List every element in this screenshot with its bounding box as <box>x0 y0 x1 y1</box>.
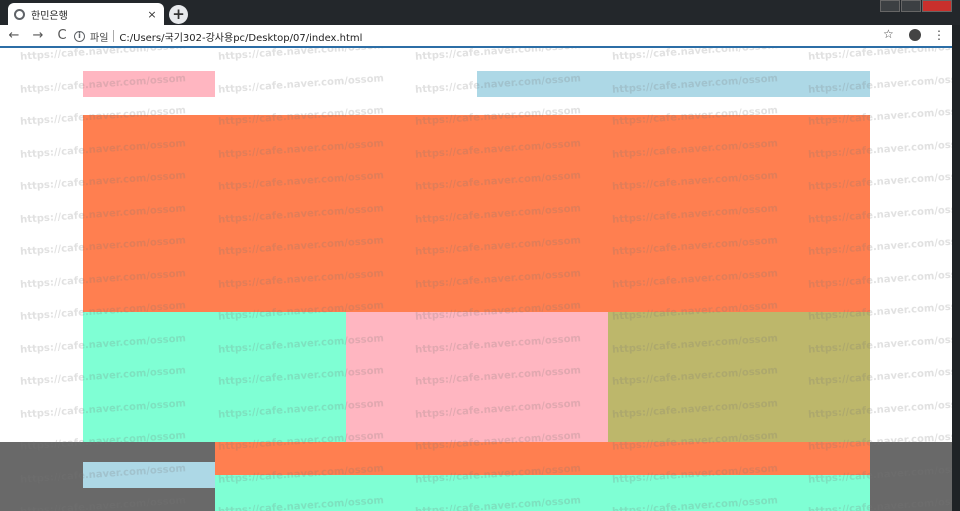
tab-title: 한민은행 <box>31 10 68 22</box>
watermark-text: https://cafe.naver.com/ossom <box>217 72 385 96</box>
box-aquamarine-col1 <box>83 312 346 442</box>
browser-window: 한민은행 × + ← → C i 파일 C:/Users/국기302-강사용pc… <box>0 0 960 511</box>
address-bar[interactable]: i 파일 C:/Users/국기302-강사용pc/Desktop/07/ind… <box>74 27 904 45</box>
box-pink-top-left <box>83 71 215 97</box>
forward-button[interactable]: → <box>28 26 48 46</box>
new-tab-button[interactable]: + <box>169 5 188 24</box>
close-tab-icon[interactable]: × <box>146 8 158 21</box>
watermark-text: https://cafe.naver.com/ossom <box>611 48 779 63</box>
account-icon[interactable] <box>909 29 921 41</box>
close-window-button[interactable] <box>922 0 952 12</box>
globe-icon <box>14 8 25 20</box>
minimize-button[interactable] <box>880 0 900 12</box>
window-controls <box>880 0 952 12</box>
reload-button[interactable]: C <box>52 26 72 46</box>
tab-strip: 한민은행 × + <box>0 0 960 25</box>
watermark-text: https://cafe.naver.com/ossom <box>19 48 187 63</box>
box-lightblue-bottom-left <box>83 462 215 488</box>
box-coral-bottom <box>215 442 870 475</box>
page-viewport: https://cafe.naver.com/ossom https://cafe… <box>0 48 952 511</box>
watermark-text: https://cafe.naver.com/ossom <box>414 48 582 63</box>
box-khaki-col3 <box>608 312 870 442</box>
window-edge <box>952 25 960 511</box>
watermark-text: https://cafe.naver.com/ossom <box>217 48 385 63</box>
info-icon[interactable]: i <box>74 30 85 42</box>
url-text[interactable]: C:/Users/국기302-강사용pc/Desktop/07/index.ht… <box>119 29 362 44</box>
box-aquamarine-bottom <box>215 475 870 511</box>
scheme-label: 파일 <box>90 32 109 44</box>
back-button[interactable]: ← <box>4 26 24 46</box>
box-pink-col2 <box>346 312 608 442</box>
bookmark-star-icon[interactable]: ☆ <box>883 27 894 41</box>
omnibox-divider <box>113 30 115 42</box>
box-lightblue-top-right <box>477 71 870 97</box>
menu-icon[interactable]: ⋮ <box>933 27 945 43</box>
browser-toolbar: ← → C i 파일 C:/Users/국기302-강사용pc/Desktop/… <box>0 25 952 47</box>
maximize-button[interactable] <box>901 0 921 12</box>
box-coral-main <box>83 115 870 312</box>
tab-active[interactable]: 한민은행 × <box>8 3 164 25</box>
watermark-text: https://cafe.naver.com/ossom <box>807 48 952 63</box>
